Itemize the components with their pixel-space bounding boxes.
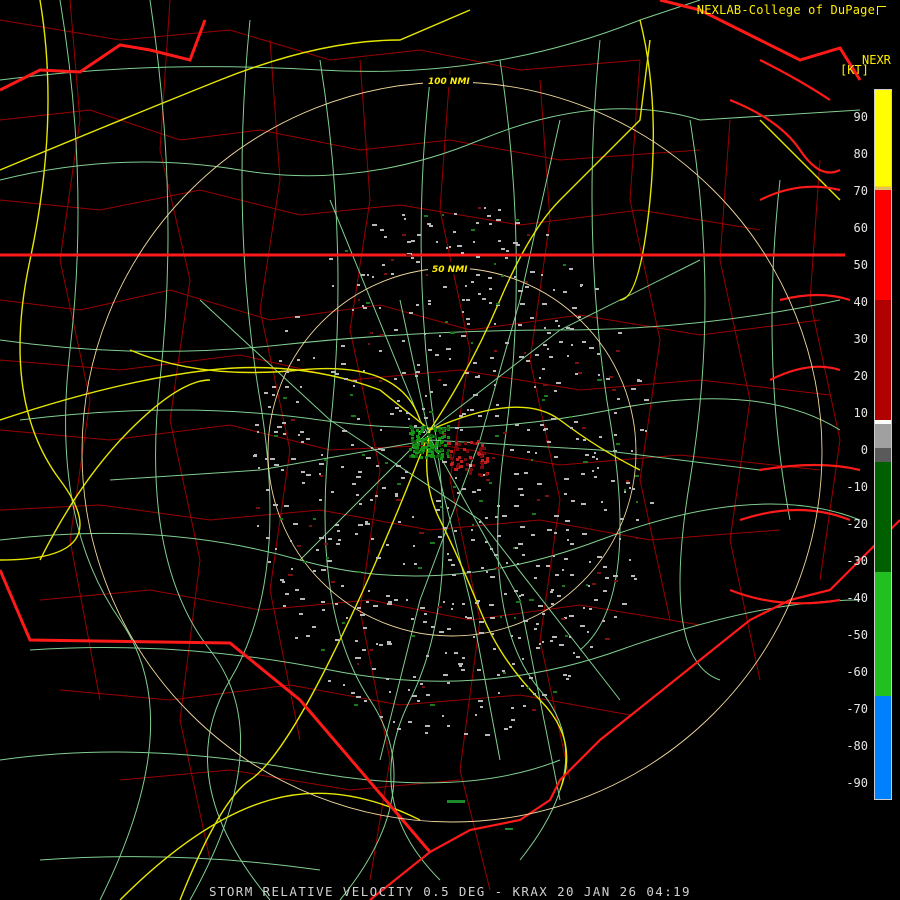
credit-label: NEXLAB-College of DuPage [696, 3, 875, 17]
colorbar-tick: -90 [846, 776, 868, 790]
external-link-icon [877, 6, 886, 15]
radar-map: 50 NMI 100 NMI [0, 0, 900, 900]
ring-label-100nmi: 100 NMI [428, 77, 470, 87]
credit-text[interactable]: NEXLAB-College of DuPage [697, 3, 886, 17]
velocity-colorbar [874, 89, 892, 800]
colorbar-tick: -70 [846, 702, 868, 716]
colorbar-tick: 90 [853, 110, 868, 124]
ring-label-50nmi: 50 NMI [432, 265, 468, 275]
colorbar-tick: -80 [846, 739, 868, 753]
colorbar-tick: 40 [853, 295, 868, 309]
colorbar-tick: -10 [846, 480, 868, 494]
colorbar-tick: 70 [853, 184, 868, 198]
colorbar-tick: -60 [846, 665, 868, 679]
colorbar-tick: 10 [853, 406, 868, 420]
scale-units: [KT] [840, 63, 869, 77]
colorbar-tick: 20 [853, 369, 868, 383]
colorbar-tick: -30 [846, 554, 868, 568]
colorbar-tick: -20 [846, 517, 868, 531]
colorbar-tick: 0 [860, 443, 868, 457]
colorbar-tick: 60 [853, 221, 868, 235]
colorbar-tick: 50 [853, 258, 868, 272]
colorbar-tick: -40 [846, 591, 868, 605]
colorbar-tick: -50 [846, 628, 868, 642]
colorbar-tick: 80 [853, 147, 868, 161]
colorbar-tick: 30 [853, 332, 868, 346]
image-caption: STORM RELATIVE VELOCITY 0.5 DEG - KRAX 2… [209, 884, 691, 899]
